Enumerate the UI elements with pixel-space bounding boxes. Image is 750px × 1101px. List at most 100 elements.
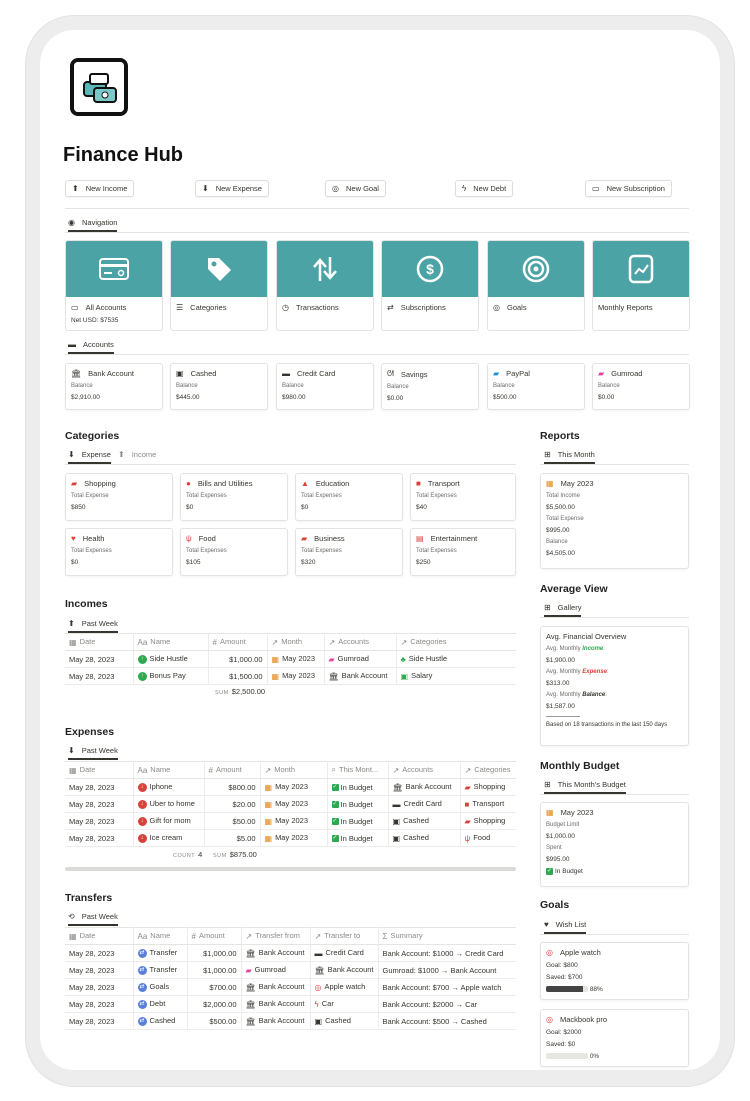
column-header-amount[interactable]: # Amount <box>204 761 261 779</box>
column-header-transfer-from[interactable]: ↗ Transfer from <box>241 927 311 945</box>
column-header-categories[interactable]: ↗ Categories <box>460 761 516 779</box>
bank-icon: 🏛 <box>328 671 339 681</box>
net-usd-value: Net USD: $7535 <box>71 317 119 324</box>
column-header-date[interactable]: ▦ Date <box>65 927 134 945</box>
column-header-amount[interactable]: # Amount <box>187 927 242 945</box>
tab-expenses-past-week[interactable]: ⬇ Past Week <box>68 746 118 760</box>
balance-value: $980.00 <box>282 394 306 401</box>
category-card-education[interactable]: ▲ Education Total Expenses $0 <box>295 473 403 521</box>
transfer-icon: ⇄ <box>137 982 147 992</box>
nav-card-categories[interactable]: ☰ Categories <box>170 240 268 331</box>
horizontal-scrollbar[interactable] <box>65 867 516 871</box>
new-goal-button[interactable]: ◎ New Goal <box>325 180 386 197</box>
credit-card-icon: ▬ <box>282 369 290 378</box>
column-header-name[interactable]: Aa Name <box>133 927 188 945</box>
category-card-food[interactable]: ψ Food Total Expenses $105 <box>180 528 288 576</box>
account-card-paypal[interactable]: ▰ PayPal Balance $500.00 <box>487 363 585 410</box>
table-row[interactable]: May 28, 2023 ↑ Bonus Pay $1,500.00 ▦ May 2… <box>65 667 516 685</box>
account-card-gumroad[interactable]: ▰ Gumroad Balance $0.00 <box>592 363 690 410</box>
category-card-business[interactable]: ▰ Business Total Expenses $320 <box>295 528 403 576</box>
table-row[interactable]: May 28, 2023 ⇄ Transfer $1,000.00 ▰ Gumroa… <box>65 961 516 979</box>
goal-card-apple-watch[interactable]: ◎ Apple watch Goal: $800 Saved: $700 88% <box>540 942 689 1000</box>
report-card[interactable]: ▦ May 2023 Total Income $5,500.00 Total E… <box>540 473 689 569</box>
budget-status: In Budget <box>555 868 583 876</box>
category-card-transport[interactable]: ■ Transport Total Expenses $40 <box>410 473 516 521</box>
nav-card-all-accounts[interactable]: ▭ All Accounts Net USD: $7535 <box>65 240 163 331</box>
nav-card-subscriptions[interactable]: $ ⇄ Subscriptions <box>381 240 479 331</box>
account-card-bank-account[interactable]: 🏛 Bank Account Balance $2,910.00 <box>65 363 163 410</box>
expenses-count: COUNT 4 <box>173 850 203 859</box>
target-icon: ◎ <box>332 184 339 193</box>
budget-card[interactable]: ▦ May 2023 Budget Limit $1,000.00 Spent $… <box>540 802 689 887</box>
tab-gallery[interactable]: ⊞ Gallery <box>544 603 582 617</box>
column-header-amount[interactable]: # Amount <box>208 633 268 651</box>
category-card-shopping[interactable]: ▰ Shopping Total Expense $850 <box>65 473 173 521</box>
category-card-health[interactable]: ♥ Health Total Expenses $0 <box>65 528 173 576</box>
average-overview-card[interactable]: Avg. Financial Overview Avg. Monthly Inc… <box>540 626 689 746</box>
account-card-cashed[interactable]: ▣ Cashed Balance $445.00 <box>170 363 268 410</box>
categories-heading: Categories <box>65 430 120 442</box>
new-subscription-button[interactable]: ▭ New Subscription <box>585 180 672 197</box>
bank-icon: 🏛 <box>245 1016 256 1026</box>
table-row[interactable]: May 28, 2023 ↓ Uber to home $20.00 ▦ May 2… <box>65 795 516 813</box>
tab-this-months-budget[interactable]: ⊞ This Month's Budget <box>544 780 626 794</box>
tab-income[interactable]: ⬆ Income <box>118 450 156 462</box>
balance-label: Balance <box>282 383 304 389</box>
tab-accounts[interactable]: ▬ Accounts <box>68 340 114 354</box>
table-row[interactable]: May 28, 2023 ⇄ Cashed $500.00 🏛 Bank Accou… <box>65 1012 516 1030</box>
calendar-icon: ▦ <box>271 654 280 664</box>
column-header-summary[interactable]: Σ Summary <box>378 927 516 945</box>
graduation-cap-icon: ▲ <box>301 479 309 488</box>
tab-incomes-past-week[interactable]: ⬆ Past Week <box>68 619 118 633</box>
expenses-heading: Expenses <box>65 726 115 738</box>
column-header-month[interactable]: ↗ Month <box>260 761 328 779</box>
table-row[interactable]: May 28, 2023 ↓ Gift for mom $50.00 ▦ May 2… <box>65 812 516 830</box>
column-header-name[interactable]: Aa Name <box>133 633 209 651</box>
category-card-bills[interactable]: ● Bills and Utilities Total Expenses $0 <box>180 473 288 521</box>
account-card-savings[interactable]: ᘛ Savings Balance $0.00 <box>381 363 479 410</box>
tab-accounts-label: Accounts <box>83 340 114 349</box>
column-header-transfer-to[interactable]: ↗ Transfer to <box>310 927 379 945</box>
new-expense-button[interactable]: ⬇ New Expense <box>195 180 269 197</box>
column-header-accounts[interactable]: ↗ Accounts <box>388 761 461 779</box>
column-header-accounts[interactable]: ↗ Accounts <box>324 633 397 651</box>
table-row[interactable]: May 28, 2023 ↓ Iphone $800.00 ▦ May 2023 ✓… <box>65 778 516 796</box>
category-card-entertainment[interactable]: ▤ Entertainment Total Expenses $250 <box>410 528 516 576</box>
new-income-button[interactable]: ⬆ New Income <box>65 180 135 197</box>
tab-wish-list[interactable]: ♥ Wish List <box>544 920 587 934</box>
bank-icon: 🏛 <box>314 965 325 975</box>
column-header-this-month[interactable]: ⌕ This Mont... <box>327 761 389 779</box>
new-debt-button[interactable]: ϟ New Debt <box>455 180 514 197</box>
column-header-date[interactable]: ▦ Date <box>65 633 134 651</box>
column-header-name[interactable]: Aa Name <box>133 761 205 779</box>
balance-label: Balance <box>598 383 620 389</box>
tag-icon <box>208 258 231 281</box>
category-name: Shopping <box>84 479 116 488</box>
tab-expense[interactable]: ⬇ Expense <box>68 450 111 464</box>
account-name: Bank Account <box>88 369 135 378</box>
nav-card-title: Monthly Reports <box>598 303 653 312</box>
nav-card-monthly-reports[interactable]: Monthly Reports <box>592 240 690 331</box>
column-header-categories[interactable]: ↗ Categories <box>396 633 516 651</box>
nav-card-transactions[interactable]: ◷ Transactions <box>276 240 374 331</box>
tab-navigation[interactable]: ◉ Navigation <box>68 218 118 232</box>
gumroad-icon: ▰ <box>598 369 605 378</box>
table-row[interactable]: May 28, 2023 ⇄ Goals $700.00 🏛 Bank Accoun… <box>65 978 516 996</box>
goal-card-mackbook-pro[interactable]: ◎ Mackbook pro Goal: $2000 Saved: $0 0% <box>540 1009 689 1067</box>
incomes-sum: SUM $2,500.00 <box>215 687 266 696</box>
table-row[interactable]: May 28, 2023 ↑ Side Hustle $1,000.00 ▦ May… <box>65 650 516 668</box>
column-header-month[interactable]: ↗ Month <box>267 633 325 651</box>
nav-card-goals[interactable]: ◎ Goals <box>487 240 585 331</box>
nav-card-title: Categories <box>190 303 227 312</box>
account-card-credit-card[interactable]: ▬ Credit Card Balance $980.00 <box>276 363 374 410</box>
divider <box>540 617 689 618</box>
category-value: $250 <box>416 559 431 566</box>
svg-text:$: $ <box>426 261 434 277</box>
table-row[interactable]: May 28, 2023 ⇄ Transfer $1,000.00 🏛 Bank A… <box>65 944 516 962</box>
table-row[interactable]: May 28, 2023 ↓ Ice cream $5.00 ▦ May 2023 … <box>65 829 516 847</box>
column-header-date[interactable]: ▦ Date <box>65 761 134 779</box>
expenses-sum: SUM $875.00 <box>213 850 257 859</box>
table-row[interactable]: May 28, 2023 ⇄ Debt $2,000.00 🏛 Bank Accou… <box>65 995 516 1013</box>
tab-transfers-past-week[interactable]: ⟲ Past Week <box>68 912 118 926</box>
tab-this-month[interactable]: ⊞ This Month <box>544 450 595 464</box>
